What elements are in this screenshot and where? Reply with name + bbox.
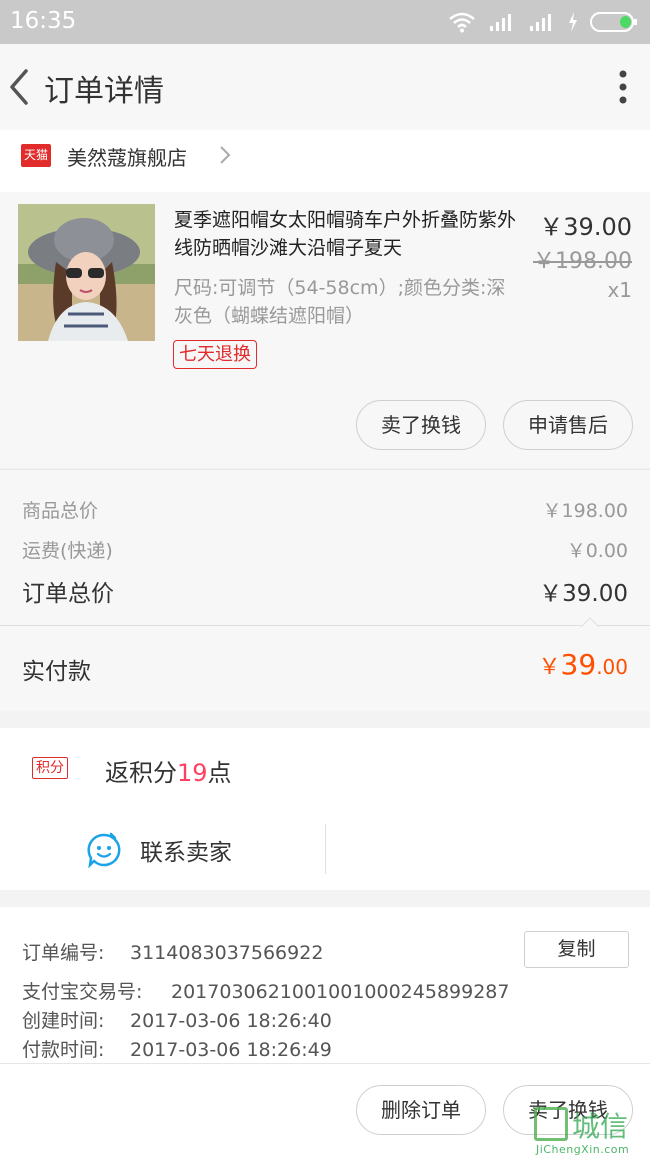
status-bar: 16:35: [0, 0, 650, 44]
paid-row: 实付款 ￥39.00: [0, 617, 650, 711]
battery-icon: [590, 12, 637, 32]
paid-label: 实付款: [22, 659, 91, 685]
back-icon[interactable]: [4, 65, 36, 109]
points-card: 积分 返积分19点 联系卖家: [0, 728, 650, 890]
watermark-logo-icon: [534, 1107, 568, 1141]
points-badge: 积分: [32, 757, 68, 779]
copy-button[interactable]: 复制: [524, 931, 629, 968]
shop-name[interactable]: 美然蔻旗舰店: [67, 142, 187, 171]
divider: [325, 824, 326, 874]
order-total-label: 订单总价: [22, 581, 114, 607]
product-image[interactable]: [18, 204, 155, 341]
after-sale-button[interactable]: 申请售后: [503, 400, 633, 450]
wifi-icon: [449, 12, 475, 33]
signal-icon-2: [530, 14, 551, 31]
paid-time-row: 付款时间: 2017-03-06 18:26:49: [22, 1035, 332, 1062]
order-info: 订单编号: 3114083037566922 复制 支付宝交易号: 20170306…: [0, 907, 650, 1063]
alipay-trade-value: 2017030621001001000245899287: [171, 981, 510, 1003]
points-suffix: 点: [207, 759, 232, 787]
tmall-badge: 天猫: [21, 144, 51, 167]
chat-bubble-icon: [87, 832, 121, 868]
paid-amount: ￥39.00: [539, 648, 628, 681]
paid-decimal: .00: [596, 655, 628, 679]
chevron-right-icon: [220, 146, 231, 164]
goods-total-value: ￥198.00: [542, 500, 628, 522]
created-time-value: 2017-03-06 18:26:40: [130, 1010, 332, 1032]
contact-seller-label: 联系卖家: [140, 840, 232, 866]
watermark-text: 城信: [572, 1110, 629, 1143]
return-policy-tag: 七天退换: [173, 340, 257, 369]
order-total-value: ￥39.00: [539, 581, 628, 607]
created-time-row: 创建时间: 2017-03-06 18:26:40: [22, 1006, 332, 1033]
order-totals: 商品总价 ￥198.00 运费(快递) ￥0.00 订单总价 ￥39.00: [0, 469, 650, 625]
order-number-label: 订单编号:: [22, 942, 105, 964]
product-card[interactable]: 夏季遮阳帽女太阳帽骑车户外折叠防紫外线防晒帽沙滩大沿帽子夏天 尺码:可调节（54…: [0, 192, 650, 468]
paid-time-value: 2017-03-06 18:26:49: [130, 1039, 332, 1061]
watermark: 城信 JiChengXin.com: [534, 1107, 650, 1155]
sell-button[interactable]: 卖了换钱: [356, 400, 486, 450]
order-number-value: 3114083037566922: [130, 942, 324, 964]
paid-currency: ￥: [538, 655, 561, 680]
watermark-url: JiChengXin.com: [536, 1143, 630, 1155]
alipay-trade-label: 支付宝交易号:: [22, 981, 143, 1003]
shipping-label: 运费(快递): [22, 540, 113, 562]
nav-bar: 订单详情: [0, 44, 650, 130]
contact-seller-button[interactable]: 联系卖家: [86, 830, 232, 870]
product-quantity: x1: [607, 278, 632, 302]
delete-order-button[interactable]: 删除订单: [356, 1085, 486, 1135]
signal-icon: [490, 14, 511, 31]
status-time: 16:35: [10, 8, 77, 34]
shop-row[interactable]: 天猫 美然蔻旗舰店: [0, 130, 650, 192]
paid-time-label: 付款时间:: [22, 1039, 105, 1061]
product-sku: 尺码:可调节（54-58cm）;颜色分类:深灰色（蝴蝶结遮阳帽）: [174, 277, 506, 327]
order-number-row: 订单编号: 3114083037566922: [22, 938, 323, 965]
points-prefix: 返积分: [105, 759, 177, 787]
points-number: 19: [177, 759, 208, 787]
alipay-trade-row: 支付宝交易号: 2017030621001001000245899287: [22, 977, 509, 1004]
page-title: 订单详情: [44, 74, 164, 109]
product-title[interactable]: 夏季遮阳帽女太阳帽骑车户外折叠防紫外线防晒帽沙滩大沿帽子夏天: [174, 206, 526, 262]
points-text: 返积分19点: [105, 753, 232, 788]
goods-total-label: 商品总价: [22, 500, 99, 522]
status-icons: [448, 10, 638, 34]
product-price: ￥39.00: [539, 213, 632, 241]
paid-integer: 39: [560, 648, 597, 681]
more-icon[interactable]: [616, 70, 630, 104]
shipping-value: ￥0.00: [566, 540, 628, 562]
created-time-label: 创建时间:: [22, 1010, 105, 1032]
product-original-price: ￥198.00: [533, 249, 632, 274]
caret-up-icon: [581, 617, 599, 627]
charging-icon: [569, 12, 577, 32]
